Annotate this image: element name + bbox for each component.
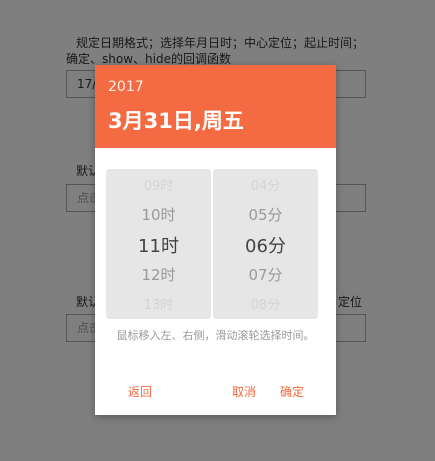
cancel-button[interactable]: 取消 [232,383,256,400]
hour-option-selected[interactable]: 11时 [106,232,211,258]
time-wheels: 09时 10时 11时 12时 13时 04分 05分 06分 07分 08分 [106,169,325,319]
time-picker-dialog: 2017 3月31日,周五 09时 10时 11时 12时 13时 04分 05… [95,65,336,415]
hour-option[interactable]: 10时 [106,204,211,225]
back-button[interactable]: 返回 [128,383,152,400]
minute-option[interactable]: 07分 [213,264,318,285]
picker-year[interactable]: 2017 [108,79,144,95]
hour-option[interactable]: 09时 [106,175,211,194]
picker-hint: 鼠标移入左、右侧，滑动滚轮选择时间。 [116,329,315,342]
minute-option-selected[interactable]: 06分 [213,232,318,258]
hour-option[interactable]: 12时 [106,264,211,285]
hour-wheel[interactable]: 09时 10时 11时 12时 13时 [106,169,211,319]
minute-option[interactable]: 08分 [213,294,318,313]
minute-option[interactable]: 05分 [213,204,318,225]
confirm-button[interactable]: 确定 [280,383,304,400]
picker-header: 2017 3月31日,周五 [95,65,336,148]
picker-date: 3月31日,周五 [108,109,244,133]
minute-wheel[interactable]: 04分 05分 06分 07分 08分 [213,169,318,319]
hour-option[interactable]: 13时 [106,294,211,313]
minute-option[interactable]: 04分 [213,175,318,194]
